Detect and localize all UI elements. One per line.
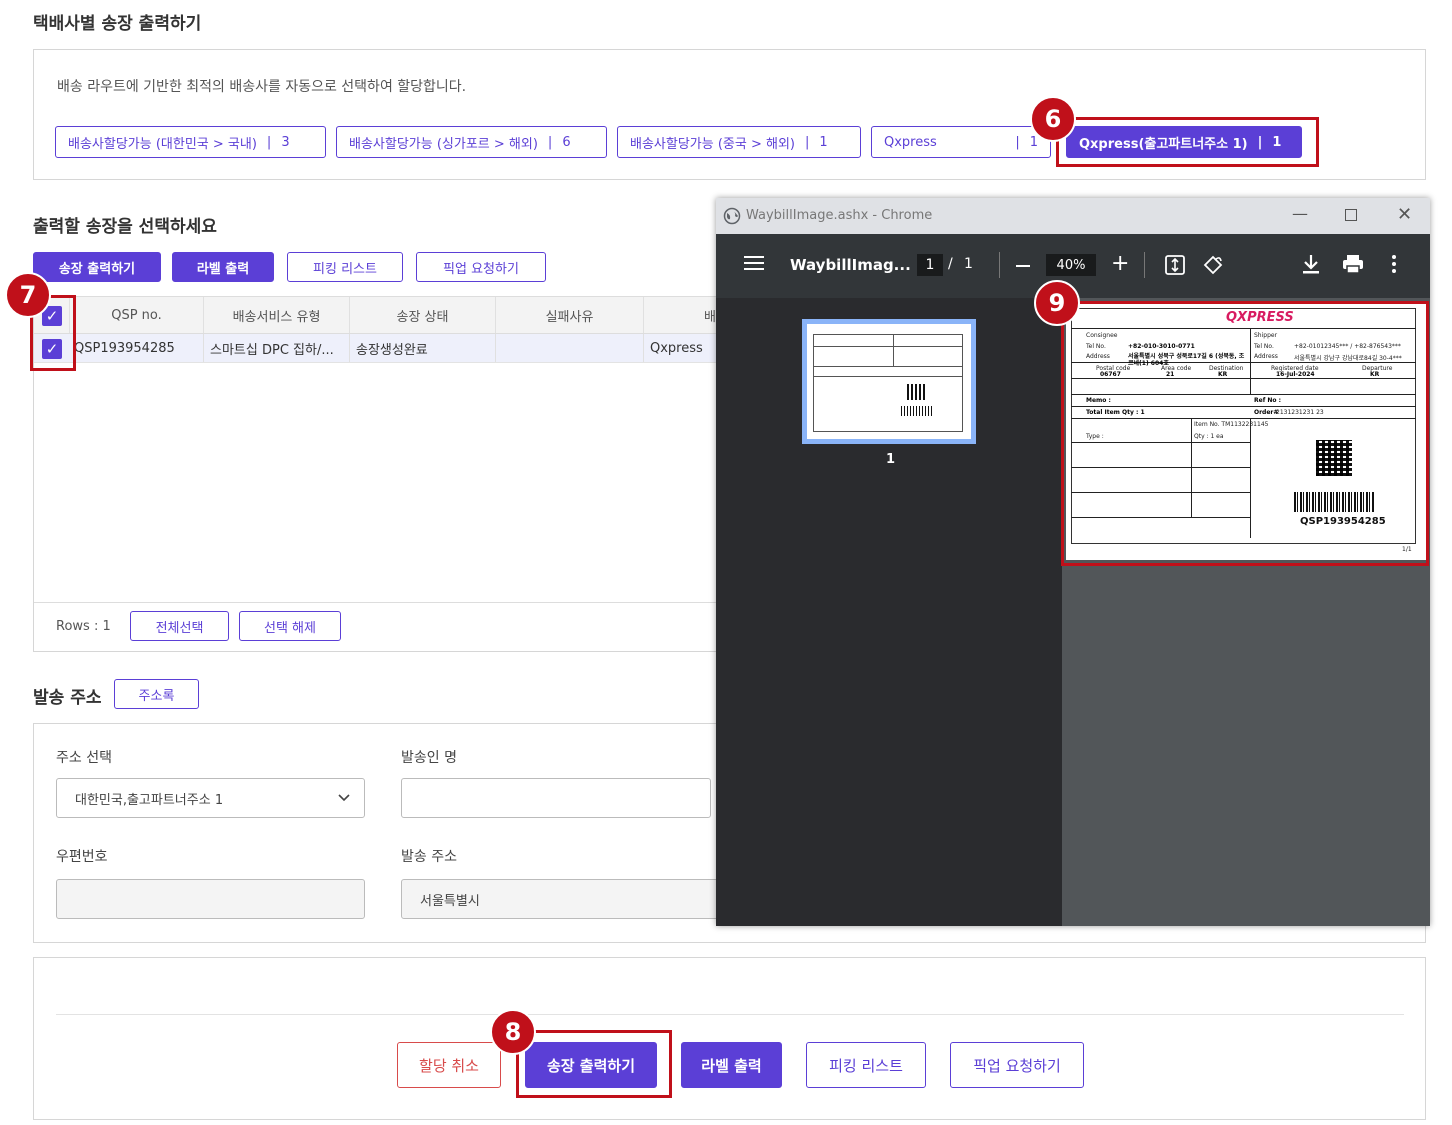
- carrier-chip-china[interactable]: 배송사할당가능 (중국 > 해외) | 1: [617, 126, 861, 158]
- rows-count: Rows : 1: [56, 619, 111, 634]
- print-label-button[interactable]: 라벨 출력: [172, 252, 274, 282]
- chip-count: 3: [281, 134, 290, 150]
- address-select-dropdown[interactable]: 대한민국,출고파트너주소 1: [56, 778, 365, 818]
- print-waybill-button[interactable]: 송장 출력하기: [33, 252, 161, 282]
- thumbnail-waybill-frame: [813, 334, 963, 432]
- thumbnail-qr: [907, 384, 925, 400]
- carrier-description: 배송 라우트에 기반한 최적의 배송사를 자동으로 선택하여 할당합니다.: [57, 79, 467, 95]
- zoom-in-icon[interactable]: +: [1111, 251, 1129, 276]
- cell-status: 송장생성완료: [350, 334, 496, 362]
- section-title-select: 출력할 송장을 선택하세요: [33, 217, 217, 237]
- cancel-assignment-button[interactable]: 할당 취소: [397, 1042, 501, 1088]
- zip-label: 우편번호: [56, 849, 108, 865]
- thumbnail-line: [893, 334, 894, 366]
- pdf-thumbnail-sidebar: 1: [716, 298, 1062, 926]
- globe-icon: [723, 207, 741, 229]
- sender-address-label: 발송 주소: [401, 849, 457, 865]
- print-icon[interactable]: [1342, 254, 1364, 278]
- page-number-input[interactable]: 1: [917, 254, 943, 276]
- chip-count: 6: [562, 134, 571, 150]
- deselect-button[interactable]: 선택 해제: [239, 611, 341, 641]
- carrier-chip-singapore[interactable]: 배송사할당가능 (싱가포르 > 해외) | 6: [336, 126, 607, 158]
- chip-label: 배송사할당가능 (대한민국 > 국내): [68, 136, 257, 152]
- download-icon[interactable]: [1302, 254, 1320, 278]
- chip-separator: |: [266, 134, 272, 150]
- section-title-address: 발송 주소: [33, 688, 102, 708]
- chip-count: 1: [819, 134, 828, 150]
- address-book-button[interactable]: 주소록: [114, 679, 199, 709]
- step-badge-6: 6: [1030, 96, 1076, 142]
- sender-address-input[interactable]: 서울특별시: [401, 879, 721, 919]
- sender-name-input[interactable]: [401, 778, 711, 818]
- action-panel: [33, 957, 1426, 1120]
- highlight-box-9: [1061, 301, 1429, 566]
- zoom-out-icon[interactable]: [1016, 265, 1030, 267]
- carrier-chip-qxpress[interactable]: Qxpress | 1: [871, 126, 1051, 158]
- cell-reason: [496, 334, 644, 362]
- rotate-icon[interactable]: [1202, 254, 1224, 280]
- chip-count: 1: [1029, 134, 1038, 150]
- column-header-qsp[interactable]: QSP no.: [70, 297, 204, 333]
- zoom-input[interactable]: 40%: [1046, 254, 1096, 276]
- cell-qsp: QSP193954285: [70, 334, 204, 362]
- highlight-box-6: [1056, 117, 1319, 167]
- select-all-button[interactable]: 전체선택: [130, 611, 229, 641]
- toolbar-divider: [999, 252, 1000, 278]
- chrome-titlebar: WaybillImage.ashx - Chrome — ✕: [716, 198, 1430, 234]
- maximize-icon[interactable]: [1345, 209, 1357, 221]
- menu-icon[interactable]: [744, 255, 764, 275]
- grid-header: QSP no. 배송서비스 유형 송장 상태 실패사유 배: [34, 296, 718, 334]
- step-badge-8: 8: [490, 1009, 536, 1055]
- chip-label: Qxpress: [884, 134, 937, 150]
- print-label-bottom-button[interactable]: 라벨 출력: [681, 1042, 782, 1088]
- thumbnail-page-number: 1: [886, 452, 896, 467]
- address-select-value: 대한민국,출고파트너주소 1: [75, 792, 224, 808]
- action-divider: [56, 1014, 1404, 1015]
- zip-input[interactable]: [56, 879, 365, 919]
- sender-label: 발송인 명: [401, 750, 457, 766]
- thumbnail-line: [813, 376, 963, 377]
- chip-separator: |: [805, 134, 810, 150]
- picking-list-bottom-button[interactable]: 피킹 리스트: [806, 1042, 926, 1088]
- thumbnail-page-1[interactable]: [802, 319, 976, 444]
- chip-separator: |: [547, 134, 553, 150]
- picking-list-button[interactable]: 피킹 리스트: [287, 252, 403, 282]
- chevron-down-icon: [338, 791, 350, 806]
- pickup-request-button[interactable]: 픽업 요청하기: [416, 252, 546, 282]
- table-row[interactable]: QSP193954285 스마트십 DPC 집하/... 송장생성완료 Qxpr…: [34, 334, 718, 363]
- chip-label: 배송사할당가능 (싱가포르 > 해외): [349, 136, 538, 152]
- more-options-icon[interactable]: [1391, 254, 1397, 278]
- close-icon[interactable]: ✕: [1397, 204, 1412, 225]
- thumbnail-barcode: [901, 406, 933, 416]
- thumbnail-paper: [807, 324, 971, 439]
- minimize-icon[interactable]: —: [1292, 204, 1308, 223]
- highlight-box-8: [516, 1030, 672, 1098]
- page-total: 1: [964, 256, 973, 272]
- column-header-status[interactable]: 송장 상태: [350, 297, 496, 333]
- column-header-carrier[interactable]: 배: [644, 297, 718, 333]
- carrier-chip-korea[interactable]: 배송사할당가능 (대한민국 > 국내) | 3: [55, 126, 326, 158]
- chip-label: 배송사할당가능 (중국 > 해외): [630, 136, 795, 152]
- toolbar-divider: [1144, 252, 1145, 278]
- page-separator: /: [948, 256, 953, 272]
- column-header-service[interactable]: 배송서비스 유형: [204, 297, 350, 333]
- step-badge-9: 9: [1034, 280, 1080, 326]
- thumbnail-line: [813, 346, 963, 347]
- cell-service: 스마트십 DPC 집하/...: [204, 334, 350, 362]
- fit-page-icon[interactable]: [1165, 255, 1185, 279]
- step-badge-7: 7: [5, 272, 51, 318]
- section-title-carrier: 택배사별 송장 출력하기: [33, 14, 202, 34]
- chrome-window-title: WaybillImage.ashx - Chrome: [746, 208, 933, 223]
- column-header-reason[interactable]: 실패사유: [496, 297, 644, 333]
- grid-footer-divider: [34, 602, 718, 603]
- cell-carrier: Qxpress: [650, 340, 703, 356]
- pickup-request-bottom-button[interactable]: 픽업 요청하기: [950, 1042, 1084, 1088]
- thumbnail-line: [813, 366, 963, 367]
- pdf-doc-title: WaybillImag...: [790, 256, 911, 274]
- chip-separator: |: [1015, 134, 1020, 150]
- address-select-label: 주소 선택: [56, 750, 112, 766]
